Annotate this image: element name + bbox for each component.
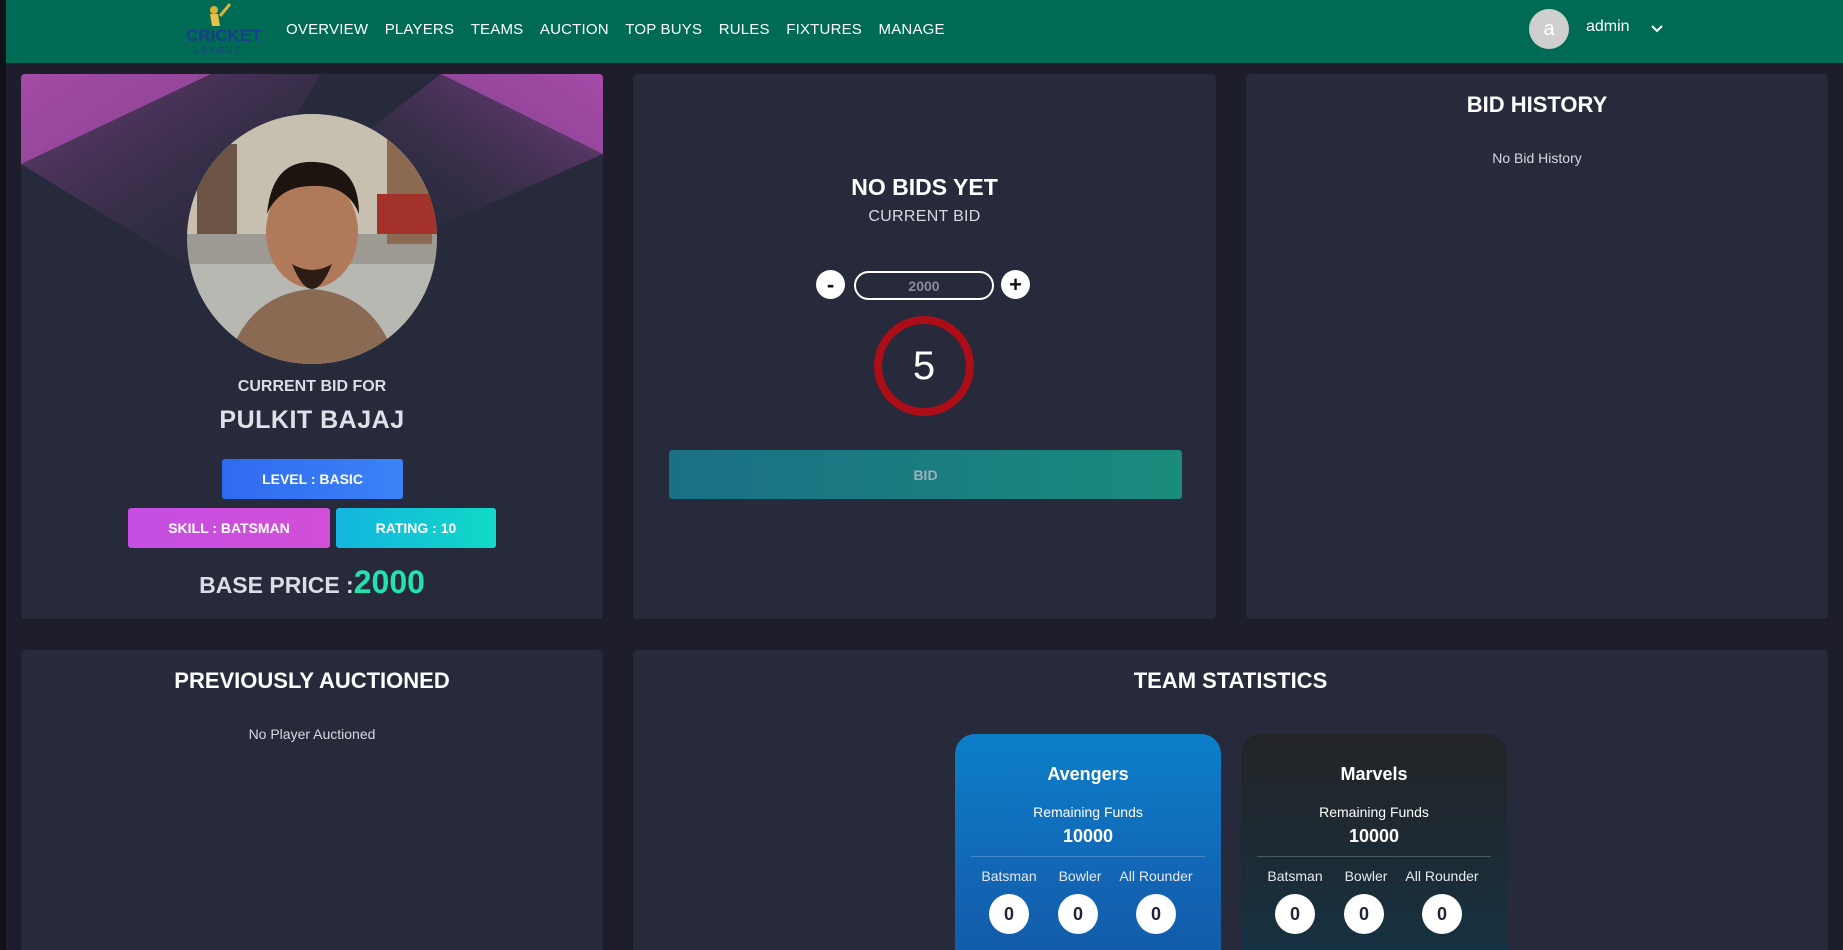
remaining-funds-value: 10000 [1348, 826, 1400, 846]
user-name[interactable]: admin [1586, 18, 1630, 36]
remaining-funds-label: Remaining Funds [1033, 804, 1143, 820]
nav-manage[interactable]: MANAGE [879, 21, 945, 38]
main-nav: OVERVIEW PLAYERS TEAMS AUCTION TOP BUYS … [286, 0, 961, 58]
bid-amount-input[interactable] [854, 271, 994, 300]
bid-status: NO BIDS YET [851, 174, 998, 200]
nav-auction[interactable]: AUCTION [540, 21, 609, 38]
stat-value-all-rounder: 0 [1422, 894, 1462, 934]
svg-text:LEAGUE: LEAGUE [194, 45, 243, 55]
nav-rules[interactable]: RULES [719, 21, 770, 38]
increment-button[interactable]: + [1001, 270, 1030, 299]
team-card-avengers[interactable]: Avengers Remaining Funds 10000 Batsman B… [955, 734, 1221, 950]
divider [1257, 856, 1491, 857]
previously-auctioned-title: PREVIOUSLY AUCTIONED [174, 668, 450, 693]
nav-overview[interactable]: OVERVIEW [286, 21, 368, 38]
bid-button[interactable]: BID [669, 450, 1182, 499]
team-name: Marvels [1340, 764, 1408, 784]
top-navbar: CRICKET LEAGUE OVERVIEW PLAYERS TEAMS AU… [6, 0, 1843, 63]
stat-value-all-rounder: 0 [1136, 894, 1176, 934]
stat-value-bowler: 0 [1058, 894, 1098, 934]
stat-label-all-rounder: All Rounder [1119, 868, 1193, 884]
previously-auctioned-card: PREVIOUSLY AUCTIONED No Player Auctioned [21, 650, 603, 950]
level-badge: LEVEL : BASIC [222, 459, 403, 499]
player-photo [187, 114, 437, 364]
bid-history-title: BID HISTORY [1466, 92, 1608, 117]
previously-auctioned-empty: No Player Auctioned [248, 726, 376, 742]
current-bid-label: CURRENT BID [868, 208, 981, 225]
rating-badge: RATING : 10 [336, 508, 496, 548]
player-card: CURRENT BID FOR PULKIT BAJAJ LEVEL : BAS… [21, 74, 603, 619]
nav-top-buys[interactable]: TOP BUYS [625, 21, 702, 38]
bid-history-empty: No Bid History [1492, 150, 1582, 166]
base-price-label: BASE PRICE : [199, 572, 354, 598]
left-edge [0, 0, 6, 950]
team-name: Avengers [1047, 764, 1129, 784]
chevron-down-icon[interactable] [1650, 22, 1664, 36]
nav-players[interactable]: PLAYERS [385, 21, 455, 38]
team-statistics-card: TEAM STATISTICS Avengers Remaining Funds… [633, 650, 1828, 950]
base-price: BASE PRICE :2000 [21, 564, 603, 601]
cricket-league-logo[interactable]: CRICKET LEAGUE [184, 2, 264, 56]
bid-panel: NO BIDS YET CURRENT BID - + 5 BID [633, 74, 1216, 619]
bid-history-card: BID HISTORY No Bid History [1246, 74, 1828, 619]
current-bid-for-label: CURRENT BID FOR [237, 378, 387, 395]
stat-value-batsman: 0 [1275, 894, 1315, 934]
decrement-button[interactable]: - [816, 270, 845, 299]
team-statistics-title: TEAM STATISTICS [1133, 668, 1328, 693]
stat-value-batsman: 0 [989, 894, 1029, 934]
nav-fixtures[interactable]: FIXTURES [786, 21, 862, 38]
team-card-marvels[interactable]: Marvels Remaining Funds 10000 Batsman Bo… [1241, 734, 1507, 950]
svg-text:CRICKET: CRICKET [186, 26, 262, 45]
nav-teams[interactable]: TEAMS [471, 21, 524, 38]
divider [971, 856, 1205, 857]
avatar[interactable]: a [1529, 9, 1569, 49]
remaining-funds-value: 10000 [1062, 826, 1114, 846]
stat-value-bowler: 0 [1344, 894, 1384, 934]
player-name: PULKIT BAJAJ [219, 406, 405, 434]
skill-badge: SKILL : BATSMAN [128, 508, 330, 548]
base-price-value: 2000 [353, 564, 425, 600]
user-menu[interactable]: a admin [1529, 9, 1664, 49]
remaining-funds-label: Remaining Funds [1319, 804, 1429, 820]
countdown-timer: 5 [874, 316, 974, 416]
stat-label-all-rounder: All Rounder [1405, 868, 1479, 884]
